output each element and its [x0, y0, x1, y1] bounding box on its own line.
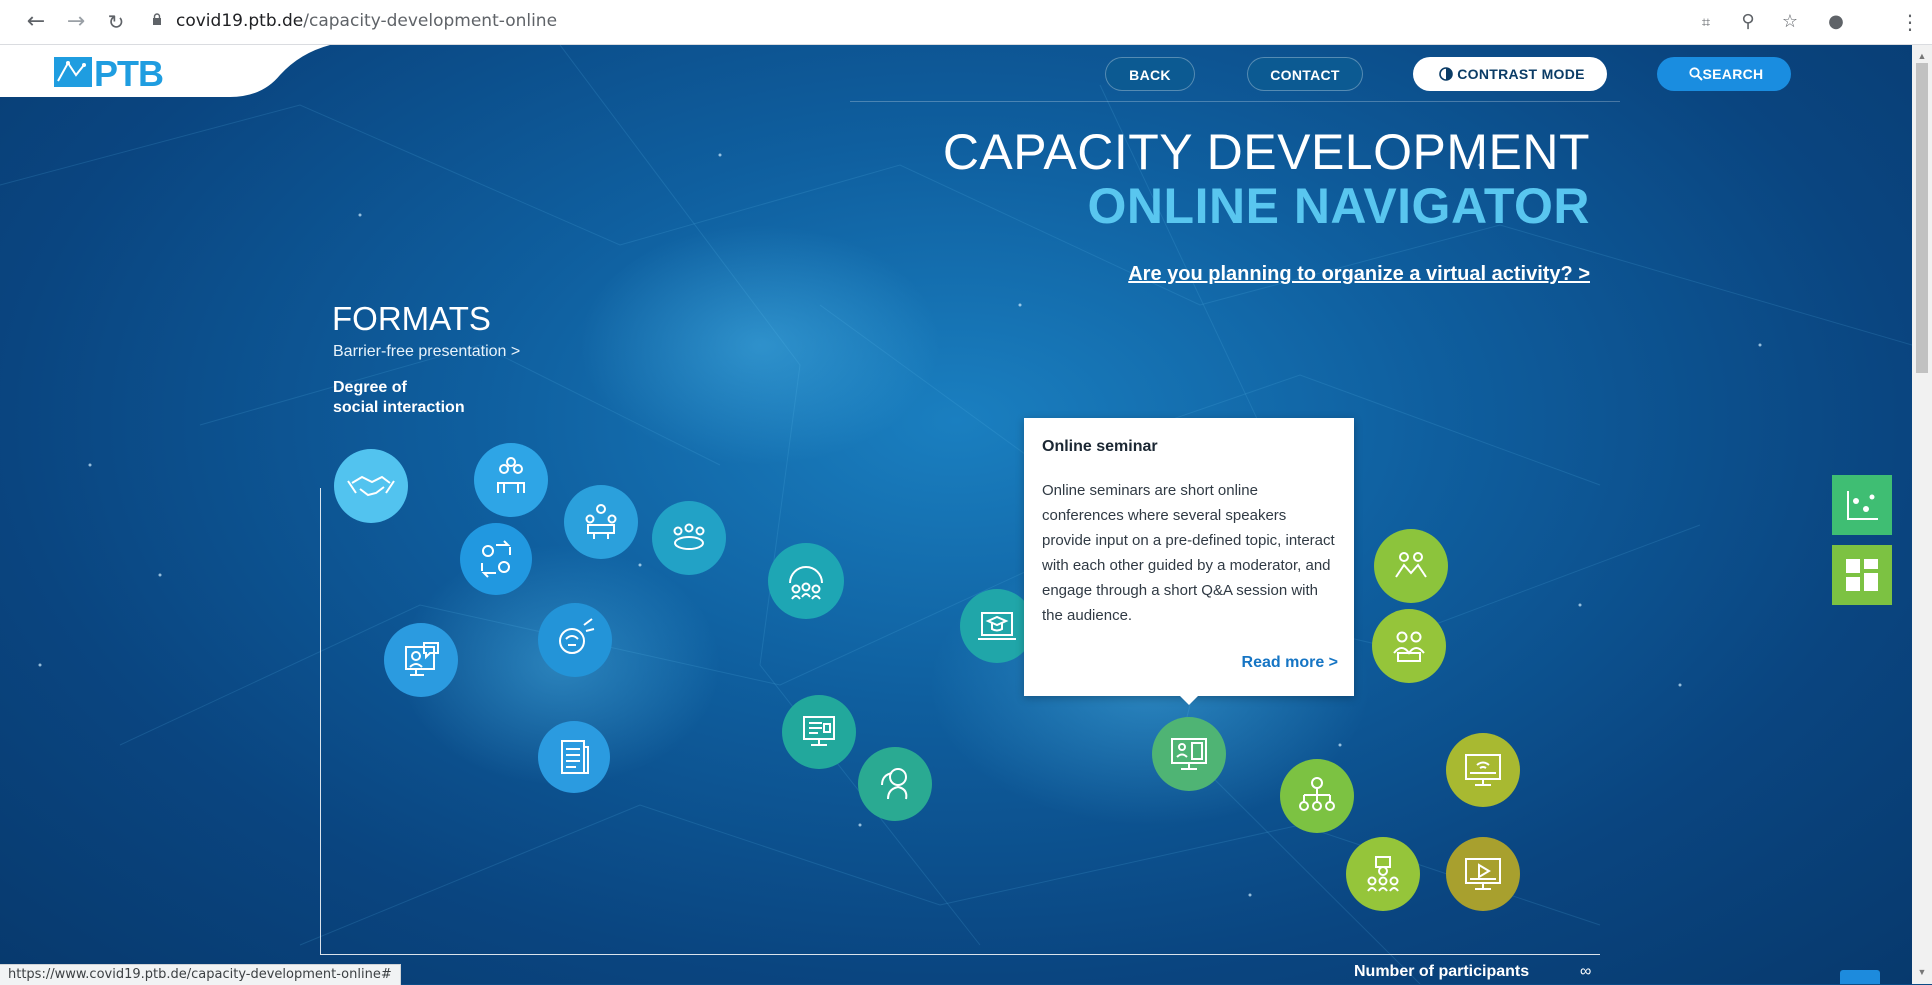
network-background: [0, 45, 1912, 984]
x-axis-label: Number of participants: [1354, 963, 1530, 980]
profile-icon[interactable]: ●: [1822, 8, 1850, 36]
search-button[interactable]: SEARCH: [1657, 57, 1791, 91]
contrast-icon: [1439, 67, 1453, 81]
video-chat-icon: [405, 642, 439, 676]
y-axis-label-line1: Degree of: [333, 379, 407, 396]
hierarchy-bubble[interactable]: [1280, 759, 1354, 833]
online-seminar-icon: [1171, 738, 1207, 770]
newsletter-bubble[interactable]: [538, 721, 610, 793]
planning-link[interactable]: Are you planning to organize a virtual a…: [1128, 263, 1590, 286]
online-seminar-popup: Online seminar Online seminars are short…: [1024, 418, 1354, 696]
lock-icon: [153, 13, 161, 25]
page-subtitle: ONLINE NAVIGATOR: [1087, 178, 1590, 234]
exchange-icon: [481, 540, 511, 578]
star-icon[interactable]: ☆: [1776, 8, 1804, 36]
livestream-bubble[interactable]: [1446, 733, 1520, 807]
page-content: PTB BACK CONTACT CONTRAST MODE SEARCH CA…: [0, 45, 1912, 984]
chevron-up-icon: [1840, 970, 1880, 984]
popup-tail: [1180, 696, 1198, 705]
mentoring-icon: [881, 768, 908, 800]
contact-button[interactable]: CONTACT: [1247, 57, 1363, 91]
x-axis-max: ∞: [1580, 963, 1592, 980]
zoom-icon[interactable]: ⚲: [1734, 8, 1762, 36]
ptb-logo-icon: [54, 57, 92, 87]
popup-body: Online seminars are short online confere…: [1042, 482, 1335, 624]
read-more-link[interactable]: Read more >: [1242, 654, 1338, 672]
video-icon: [1465, 858, 1501, 890]
search-icon: [1689, 67, 1703, 81]
back-arrow-icon[interactable]: ←: [22, 8, 50, 36]
scroll-top-button[interactable]: [1840, 970, 1880, 984]
menu-icon[interactable]: ⋮: [1896, 8, 1924, 36]
video-bubble[interactable]: [1446, 837, 1520, 911]
group-presentation-icon: [497, 457, 525, 493]
popup-title: Online seminar: [1042, 438, 1158, 455]
screen-presentation-icon: [803, 716, 835, 746]
y-axis: [320, 488, 321, 954]
reload-icon[interactable]: ↻: [102, 8, 130, 36]
contrast-mode-label: CONTRAST MODE: [1457, 66, 1585, 82]
round-table-bubble[interactable]: [652, 501, 726, 575]
x-axis: [320, 954, 1600, 955]
scrollbar-thumb[interactable]: [1916, 63, 1928, 373]
scatter-view-icon: [1847, 491, 1878, 520]
hierarchy-icon: [1299, 777, 1335, 811]
search-label: SEARCH: [1702, 66, 1764, 82]
audience-icon: [1367, 856, 1399, 892]
header-divider: [850, 101, 1620, 102]
group-presentation-bubble[interactable]: [474, 443, 548, 517]
url-host: covid19.ptb.de: [176, 11, 304, 31]
barrier-free-link[interactable]: Barrier-free presentation >: [333, 343, 520, 361]
brainstorm-icon: [559, 618, 595, 654]
teamwork-bubble[interactable]: [1374, 529, 1448, 603]
handshake-icon: [347, 475, 395, 497]
y-axis-label: Degree of social interaction: [333, 378, 465, 418]
tile-view-icon: [1846, 559, 1878, 591]
page-title: CAPACITY DEVELOPMENT: [942, 124, 1590, 180]
scroll-up-arrow-icon[interactable]: ▲: [1917, 51, 1927, 61]
video-chat-bubble[interactable]: [384, 623, 458, 697]
status-bar-url: https://www.covid19.ptb.de/capacity-deve…: [0, 964, 401, 985]
logo-background: [0, 45, 330, 97]
brainstorm-bubble[interactable]: [538, 603, 612, 677]
discussion-circle-icon: [789, 566, 823, 600]
scatter-view-button[interactable]: [1832, 475, 1892, 535]
contrast-mode-button[interactable]: CONTRAST MODE: [1413, 57, 1607, 91]
round-table-icon: [673, 523, 705, 550]
teamwork-icon: [1395, 552, 1427, 578]
browser-toolbar: ← → ↻ covid19.ptb.de/capacity-developmen…: [0, 0, 1932, 45]
discussion-circle-bubble[interactable]: [768, 543, 844, 619]
screen-presentation-bubble[interactable]: [782, 695, 856, 769]
exchange-bubble[interactable]: [460, 523, 532, 595]
logo-area[interactable]: PTB: [0, 45, 330, 103]
group-bubble[interactable]: [1372, 609, 1446, 683]
forward-arrow-icon[interactable]: →: [62, 8, 90, 36]
address-bar[interactable]: covid19.ptb.de/capacity-development-onli…: [176, 11, 557, 31]
elearning-bubble[interactable]: [960, 589, 1034, 663]
handshake-bubble[interactable]: [334, 449, 408, 523]
back-button[interactable]: BACK: [1105, 57, 1195, 91]
logo-text: PTB: [94, 53, 164, 94]
group-icon: [1393, 631, 1425, 662]
online-seminar-bubble[interactable]: [1152, 717, 1226, 791]
scroll-down-arrow-icon[interactable]: ▼: [1917, 967, 1927, 977]
meeting-table-bubble[interactable]: [564, 485, 638, 559]
y-axis-label-line2: social interaction: [333, 399, 465, 416]
translate-icon[interactable]: ⌗: [1692, 8, 1720, 36]
livestream-icon: [1465, 754, 1501, 786]
elearning-icon: [978, 612, 1016, 640]
newsletter-icon: [561, 740, 589, 774]
meeting-table-icon: [585, 504, 617, 539]
formats-heading: FORMATS: [332, 300, 491, 337]
mentoring-bubble[interactable]: [858, 747, 932, 821]
tile-view-button[interactable]: [1832, 545, 1892, 605]
page-scrollbar[interactable]: ▲ ▼: [1912, 45, 1932, 984]
audience-bubble[interactable]: [1346, 837, 1420, 911]
url-path: /capacity-development-online: [303, 11, 558, 31]
